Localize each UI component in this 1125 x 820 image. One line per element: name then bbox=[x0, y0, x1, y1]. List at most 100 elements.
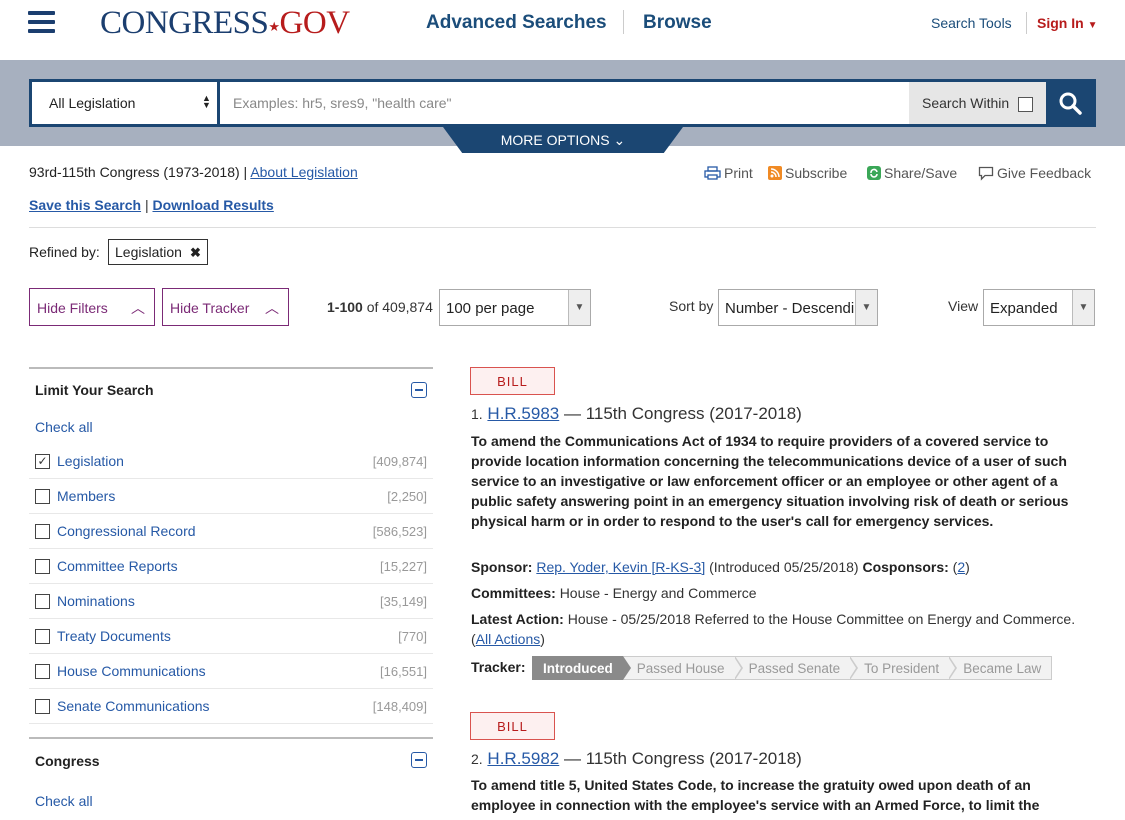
view-label: View bbox=[948, 298, 979, 314]
chevron-up-icon: ︿ bbox=[131, 300, 145, 316]
per-page-select[interactable]: 100 per page ▼ bbox=[439, 289, 591, 326]
facet-row[interactable]: House Communications [16,551] bbox=[29, 654, 433, 689]
result-heading: 2. H.R.5982 — 115th Congress (2017-2018) bbox=[471, 749, 802, 768]
result-title: To amend title 5, United States Code, to… bbox=[471, 777, 1040, 813]
facet-checkbox[interactable] bbox=[35, 489, 50, 504]
site-logo[interactable]: CONGRESS★GOV bbox=[100, 5, 350, 42]
more-options-button[interactable]: MORE OPTIONS ⌄ bbox=[443, 127, 683, 153]
collapse-limit-icon[interactable] bbox=[411, 382, 427, 398]
collapse-congress-icon[interactable] bbox=[411, 752, 427, 768]
facet-checkbox[interactable] bbox=[35, 699, 50, 714]
printer-icon bbox=[704, 166, 721, 180]
facet-row[interactable]: Senate Communications [148,409] bbox=[29, 689, 433, 724]
congress-range: 93rd-115th Congress (1973-2018) | About … bbox=[29, 164, 358, 180]
search-input[interactable] bbox=[220, 82, 909, 124]
share-icon bbox=[867, 166, 881, 180]
facet-row[interactable]: Committee Reports [15,227] bbox=[29, 549, 433, 584]
divider bbox=[29, 227, 1096, 228]
panel-divider bbox=[29, 737, 433, 739]
facet-row[interactable]: Treaty Documents [770] bbox=[29, 619, 433, 654]
facet-label[interactable]: Committee Reports bbox=[57, 558, 178, 574]
chevron-down-icon: ⌄ bbox=[613, 132, 626, 148]
facet-checkbox[interactable] bbox=[35, 524, 50, 539]
facet-label[interactable]: Members bbox=[57, 488, 115, 504]
search-tools-link[interactable]: Search Tools bbox=[931, 15, 1012, 31]
result-heading: 1. H.R.5983 — 115th Congress (2017-2018) bbox=[471, 404, 802, 423]
collection-select-value: All Legislation bbox=[49, 95, 136, 111]
facet-count: [15,227] bbox=[380, 559, 427, 574]
facet-count: [2,250] bbox=[387, 489, 427, 504]
facet-row[interactable]: ✓ Legislation [409,874] bbox=[29, 444, 433, 479]
facet-label[interactable]: Legislation bbox=[57, 453, 124, 469]
tracker-step: Introduced bbox=[532, 656, 631, 680]
facet-checkbox[interactable] bbox=[35, 664, 50, 679]
committees-line: Committees: House - Energy and Commerce bbox=[471, 585, 757, 601]
facet-count: [16,551] bbox=[380, 664, 427, 679]
facet-count: [35,149] bbox=[380, 594, 427, 609]
star-icon: ★ bbox=[268, 19, 280, 34]
header-divider bbox=[1026, 12, 1027, 34]
facet-count: [409,874] bbox=[372, 454, 427, 469]
save-search-link[interactable]: Save this Search bbox=[29, 197, 141, 213]
sign-in-menu[interactable]: Sign In ▼ bbox=[1037, 15, 1097, 31]
nav-advanced-searches[interactable]: Advanced Searches bbox=[426, 12, 607, 34]
facet-count: [148,409] bbox=[372, 699, 427, 714]
view-select[interactable]: Expanded ▼ bbox=[983, 289, 1095, 326]
status-tracker: Introduced Passed House Passed Senate To Pr… bbox=[532, 656, 1053, 680]
print-link[interactable]: Print bbox=[704, 165, 753, 181]
latest-action-line: Latest Action: House - 05/25/2018 Referr… bbox=[471, 611, 1076, 647]
facet-label[interactable]: House Communications bbox=[57, 663, 206, 679]
sponsor-link[interactable]: Rep. Yoder, Kevin [R-KS-3] bbox=[536, 559, 705, 575]
facet-label[interactable]: Nominations bbox=[57, 593, 135, 609]
sort-select[interactable]: Number - Descending ▼ bbox=[718, 289, 878, 326]
facet-checkbox[interactable] bbox=[35, 629, 50, 644]
bill-link[interactable]: H.R.5983 bbox=[487, 404, 559, 423]
all-actions-link[interactable]: All Actions bbox=[476, 631, 541, 647]
facet-label[interactable]: Senate Communications bbox=[57, 698, 210, 714]
save-download-links: Save this Search | Download Results bbox=[29, 197, 274, 213]
search-within-checkbox[interactable] bbox=[1018, 97, 1033, 112]
facet-row[interactable]: Members [2,250] bbox=[29, 479, 433, 514]
menu-icon[interactable] bbox=[28, 11, 55, 33]
congress-filter-title: Congress bbox=[35, 753, 100, 769]
facet-row[interactable]: Congressional Record [586,523] bbox=[29, 514, 433, 549]
share-save-link[interactable]: Share/Save bbox=[867, 165, 957, 181]
limit-search-title: Limit Your Search bbox=[35, 382, 154, 398]
cosponsors-link[interactable]: 2 bbox=[957, 559, 965, 575]
nav-divider bbox=[623, 10, 624, 34]
hide-tracker-button[interactable]: Hide Tracker ︿ bbox=[162, 288, 289, 326]
download-results-link[interactable]: Download Results bbox=[152, 197, 273, 213]
nav-browse[interactable]: Browse bbox=[643, 12, 712, 34]
about-legislation-link[interactable]: About Legislation bbox=[250, 164, 357, 180]
facet-label[interactable]: Congressional Record bbox=[57, 523, 196, 539]
check-all-link[interactable]: Check all bbox=[35, 419, 93, 435]
chevron-down-icon: ▼ bbox=[568, 290, 590, 325]
remove-icon[interactable]: ✖ bbox=[190, 245, 201, 260]
search-icon bbox=[1059, 92, 1082, 115]
bill-badge: BILL bbox=[470, 712, 555, 740]
speech-bubble-icon bbox=[978, 166, 994, 181]
search-button[interactable] bbox=[1046, 82, 1093, 124]
tracker-step: To President bbox=[850, 656, 958, 680]
refined-by-label: Refined by: bbox=[29, 244, 100, 260]
chevron-up-icon: ︿ bbox=[265, 300, 279, 316]
sponsor-line: Sponsor: Rep. Yoder, Kevin [R-KS-3] (Int… bbox=[471, 559, 970, 575]
search-within-label: Search Within bbox=[922, 95, 1010, 111]
panel-divider bbox=[29, 367, 433, 369]
facet-checkbox[interactable] bbox=[35, 559, 50, 574]
refinement-chip[interactable]: Legislation ✖ bbox=[108, 239, 208, 265]
select-arrows-icon: ▲ ▼ bbox=[202, 93, 211, 110]
results-count: 1-100 of 409,874 bbox=[327, 299, 433, 315]
facet-row[interactable]: Nominations [35,149] bbox=[29, 584, 433, 619]
give-feedback-link[interactable]: Give Feedback bbox=[978, 165, 1091, 181]
bill-link[interactable]: H.R.5982 bbox=[487, 749, 559, 768]
subscribe-link[interactable]: Subscribe bbox=[768, 165, 847, 181]
hide-filters-button[interactable]: Hide Filters ︿ bbox=[29, 288, 155, 326]
facet-label[interactable]: Treaty Documents bbox=[57, 628, 171, 644]
facet-count: [770] bbox=[398, 629, 427, 644]
chevron-down-icon: ▼ bbox=[1072, 290, 1094, 325]
facet-checkbox[interactable] bbox=[35, 594, 50, 609]
facet-checkbox[interactable]: ✓ bbox=[35, 454, 50, 469]
congress-check-all-link[interactable]: Check all bbox=[35, 793, 93, 809]
tracker-label: Tracker: bbox=[471, 659, 526, 675]
